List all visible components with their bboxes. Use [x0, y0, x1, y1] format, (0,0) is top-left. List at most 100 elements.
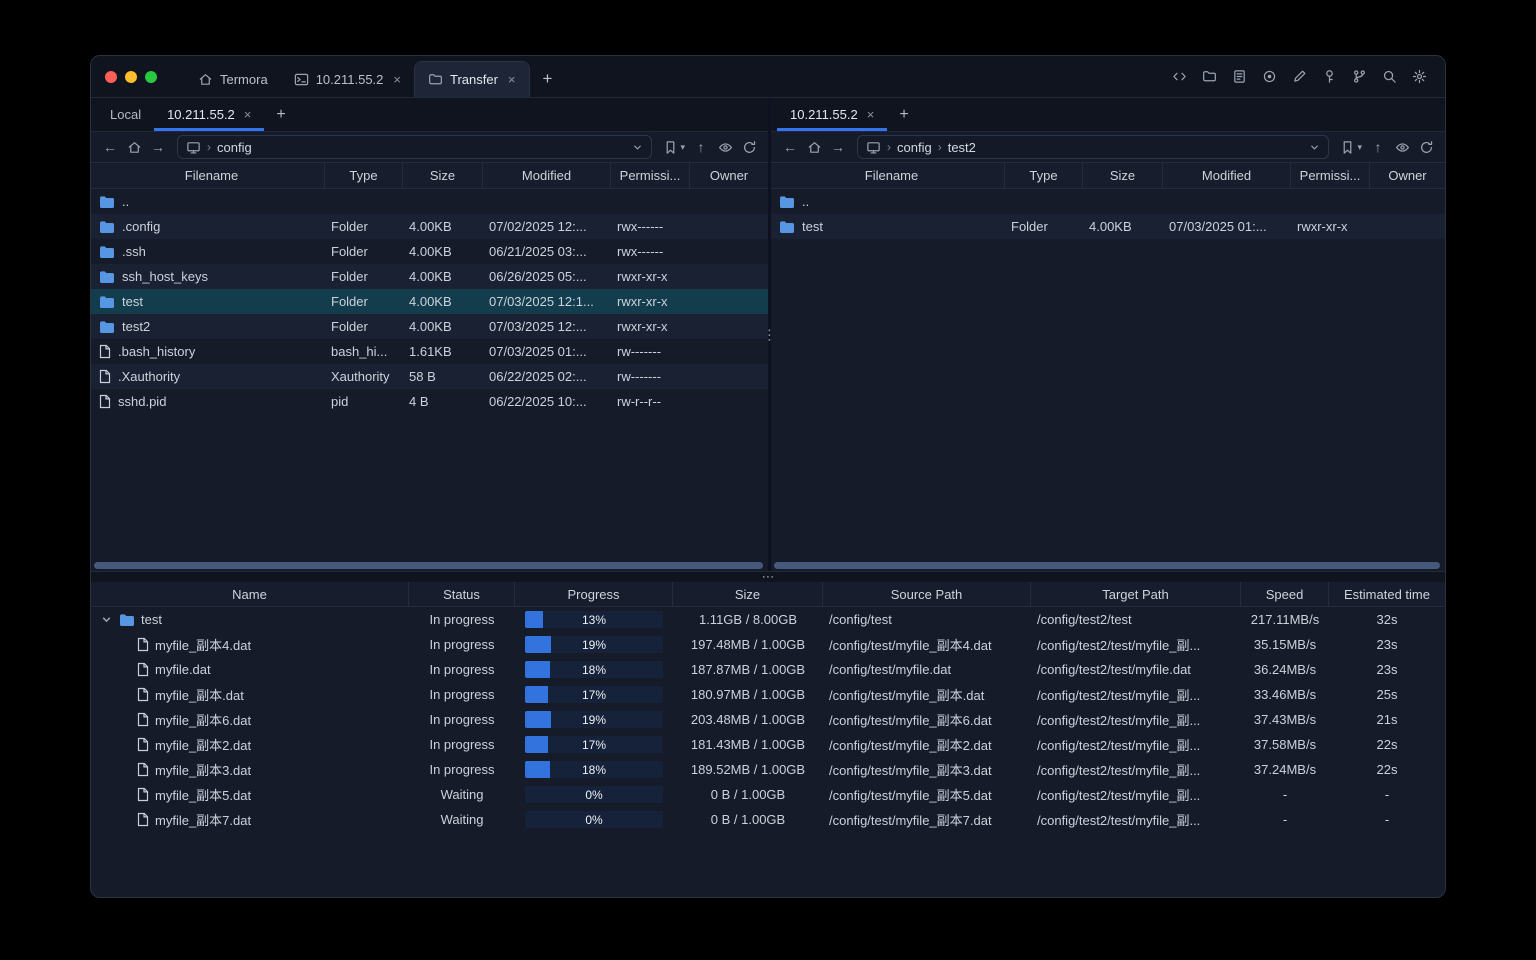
folder-icon[interactable]	[1196, 63, 1223, 90]
breadcrumb-segment[interactable]: config	[217, 140, 252, 155]
journal-icon[interactable]	[1226, 63, 1253, 90]
back-button[interactable]: ←	[779, 136, 801, 158]
refresh-button[interactable]	[738, 136, 760, 158]
transfer-name: myfile_副本4.dat	[155, 638, 252, 653]
forward-button[interactable]: →	[827, 136, 849, 158]
chevron-down-icon[interactable]	[99, 614, 113, 625]
upload-button[interactable]: ↑	[690, 136, 712, 158]
forward-button[interactable]: →	[147, 136, 169, 158]
file-name: .config	[122, 219, 161, 234]
file-row[interactable]: ssh_host_keys Folder 4.00KB 06/26/2025 05:.…	[91, 264, 768, 289]
show-hidden-files-button[interactable]	[714, 136, 736, 158]
chevron-down-icon[interactable]	[1309, 142, 1320, 153]
minimize-window-button[interactable]	[125, 70, 137, 83]
home-button[interactable]	[803, 136, 825, 158]
bookmark-button[interactable]: ▾	[660, 136, 688, 158]
left-horizontal-scrollbar[interactable]	[94, 562, 763, 569]
column-header-filename[interactable]: Filename	[91, 163, 325, 188]
file-row[interactable]: test2 Folder 4.00KB 07/03/2025 12:... rwxr-x…	[91, 314, 768, 339]
add-panel-tab-button[interactable]: +	[264, 98, 297, 131]
tab-left-remote[interactable]: 10.211.55.2 ×	[154, 98, 265, 131]
file-owner-cell	[1370, 189, 1445, 214]
column-header-owner[interactable]: Owner	[690, 163, 768, 188]
transfer-row[interactable]: myfile_副本4.dat In progress 19% 197.48MB / 1…	[91, 632, 1445, 657]
column-header-modified[interactable]: Modified	[483, 163, 611, 188]
column-header-progress[interactable]: Progress	[515, 582, 673, 606]
column-header-speed[interactable]: Speed	[1241, 582, 1329, 606]
column-header-estimated-time[interactable]: Estimated time	[1329, 582, 1445, 606]
chevron-down-icon[interactable]	[632, 142, 643, 153]
file-row[interactable]: .bash_history bash_hi... 1.61KB 07/03/2025 …	[91, 339, 768, 364]
close-icon[interactable]: ×	[508, 72, 516, 87]
tab-right-remote[interactable]: 10.211.55.2 ×	[777, 98, 888, 131]
code-icon[interactable]	[1166, 63, 1193, 90]
key-icon[interactable]	[1316, 63, 1343, 90]
column-header-source-path[interactable]: Source Path	[823, 582, 1031, 606]
transfer-row[interactable]: myfile_副本2.dat In progress 17% 181.43MB / 1…	[91, 732, 1445, 757]
pencil-icon[interactable]	[1286, 63, 1313, 90]
transfer-row[interactable]: myfile_副本5.dat Waiting 0% 0 B / 1.00GB/conf…	[91, 782, 1445, 807]
column-header-size[interactable]: Size	[403, 163, 483, 188]
column-header-owner[interactable]: Owner	[1370, 163, 1445, 188]
add-panel-tab-button[interactable]: +	[887, 98, 920, 131]
transfer-row[interactable]: myfile.dat In progress 18% 187.87MB / 1.00G…	[91, 657, 1445, 682]
column-header-type[interactable]: Type	[1005, 163, 1083, 188]
breadcrumb-segment[interactable]: test2	[948, 140, 976, 155]
close-icon[interactable]: ×	[244, 107, 252, 122]
breadcrumb-segment[interactable]: config	[897, 140, 932, 155]
search-icon[interactable]	[1376, 63, 1403, 90]
branch-icon[interactable]	[1346, 63, 1373, 90]
file-name: sshd.pid	[118, 394, 167, 409]
zoom-window-button[interactable]	[145, 70, 157, 83]
file-row[interactable]: .config Folder 4.00KB 07/02/2025 12:... rwx-…	[91, 214, 768, 239]
new-tab-button[interactable]: +	[530, 61, 566, 97]
file-row[interactable]: sshd.pid pid 4 B 06/22/2025 10:... rw-r--r--	[91, 389, 768, 414]
close-icon[interactable]: ×	[867, 107, 875, 122]
column-header-name[interactable]: Name	[91, 582, 409, 606]
transfer-row[interactable]: test In progress 13% 1.11GB / 8.00GB/config…	[91, 607, 1445, 632]
column-header-size[interactable]: Size	[1083, 163, 1163, 188]
transfer-row[interactable]: myfile_副本3.dat In progress 18% 189.52MB / 1…	[91, 757, 1445, 782]
column-header-permissions[interactable]: Permissi...	[1291, 163, 1370, 188]
column-header-filename[interactable]: Filename	[771, 163, 1005, 188]
app-tab-ssh-session[interactable]: 10.211.55.2 ×	[281, 61, 414, 97]
transfer-row[interactable]: myfile_副本7.dat Waiting 0% 0 B / 1.00GB/conf…	[91, 807, 1445, 832]
tab-local[interactable]: Local	[97, 98, 154, 131]
column-header-modified[interactable]: Modified	[1163, 163, 1291, 188]
file-row[interactable]: ..	[91, 189, 768, 214]
file-size-cell: 4.00KB	[409, 319, 452, 334]
column-header-size[interactable]: Size	[673, 582, 823, 606]
file-row[interactable]: test Folder 4.00KB 07/03/2025 12:1... rwxr-x…	[91, 289, 768, 314]
show-hidden-files-button[interactable]	[1391, 136, 1413, 158]
record-icon[interactable]	[1256, 63, 1283, 90]
column-header-status[interactable]: Status	[409, 582, 515, 606]
home-button[interactable]	[123, 136, 145, 158]
progress-label: 17%	[581, 687, 607, 702]
app-tab-transfer[interactable]: Transfer ×	[414, 61, 530, 97]
refresh-button[interactable]	[1415, 136, 1437, 158]
right-path-field[interactable]: › config › test2	[857, 135, 1330, 159]
column-header-type[interactable]: Type	[325, 163, 403, 188]
file-row[interactable]: .Xauthority Xauthority 58 B 06/22/2025 02:.…	[91, 364, 768, 389]
transfer-source-path: /config/test/myfile_副本7.dat	[829, 813, 992, 828]
app-tab-termora[interactable]: Termora	[185, 61, 281, 97]
file-type-cell: Folder	[331, 269, 368, 284]
column-header-target-path[interactable]: Target Path	[1031, 582, 1241, 606]
upload-button[interactable]: ↑	[1367, 136, 1389, 158]
bookmark-button[interactable]: ▾	[1337, 136, 1365, 158]
back-button[interactable]: ←	[99, 136, 121, 158]
right-horizontal-scrollbar[interactable]	[774, 562, 1440, 569]
file-name: ..	[802, 194, 810, 209]
left-path-field[interactable]: › config	[177, 135, 653, 159]
file-row[interactable]: test Folder 4.00KB 07/03/2025 01:... rwxr-xr…	[771, 214, 1445, 239]
close-icon[interactable]: ×	[393, 72, 401, 87]
transfer-row[interactable]: myfile_副本.dat In progress 17% 180.97MB / 1.…	[91, 682, 1445, 707]
gear-icon[interactable]	[1406, 63, 1433, 90]
file-row[interactable]: ..	[771, 189, 1445, 214]
file-row[interactable]: .ssh Folder 4.00KB 06/21/2025 03:... rwx----…	[91, 239, 768, 264]
close-window-button[interactable]	[105, 70, 117, 83]
transfer-progress-cell: 17%	[515, 732, 673, 757]
column-header-permissions[interactable]: Permissi...	[611, 163, 690, 188]
horizontal-splitter[interactable]: ⋯	[91, 570, 1445, 583]
transfer-row[interactable]: myfile_副本6.dat In progress 19% 203.48MB / 1…	[91, 707, 1445, 732]
